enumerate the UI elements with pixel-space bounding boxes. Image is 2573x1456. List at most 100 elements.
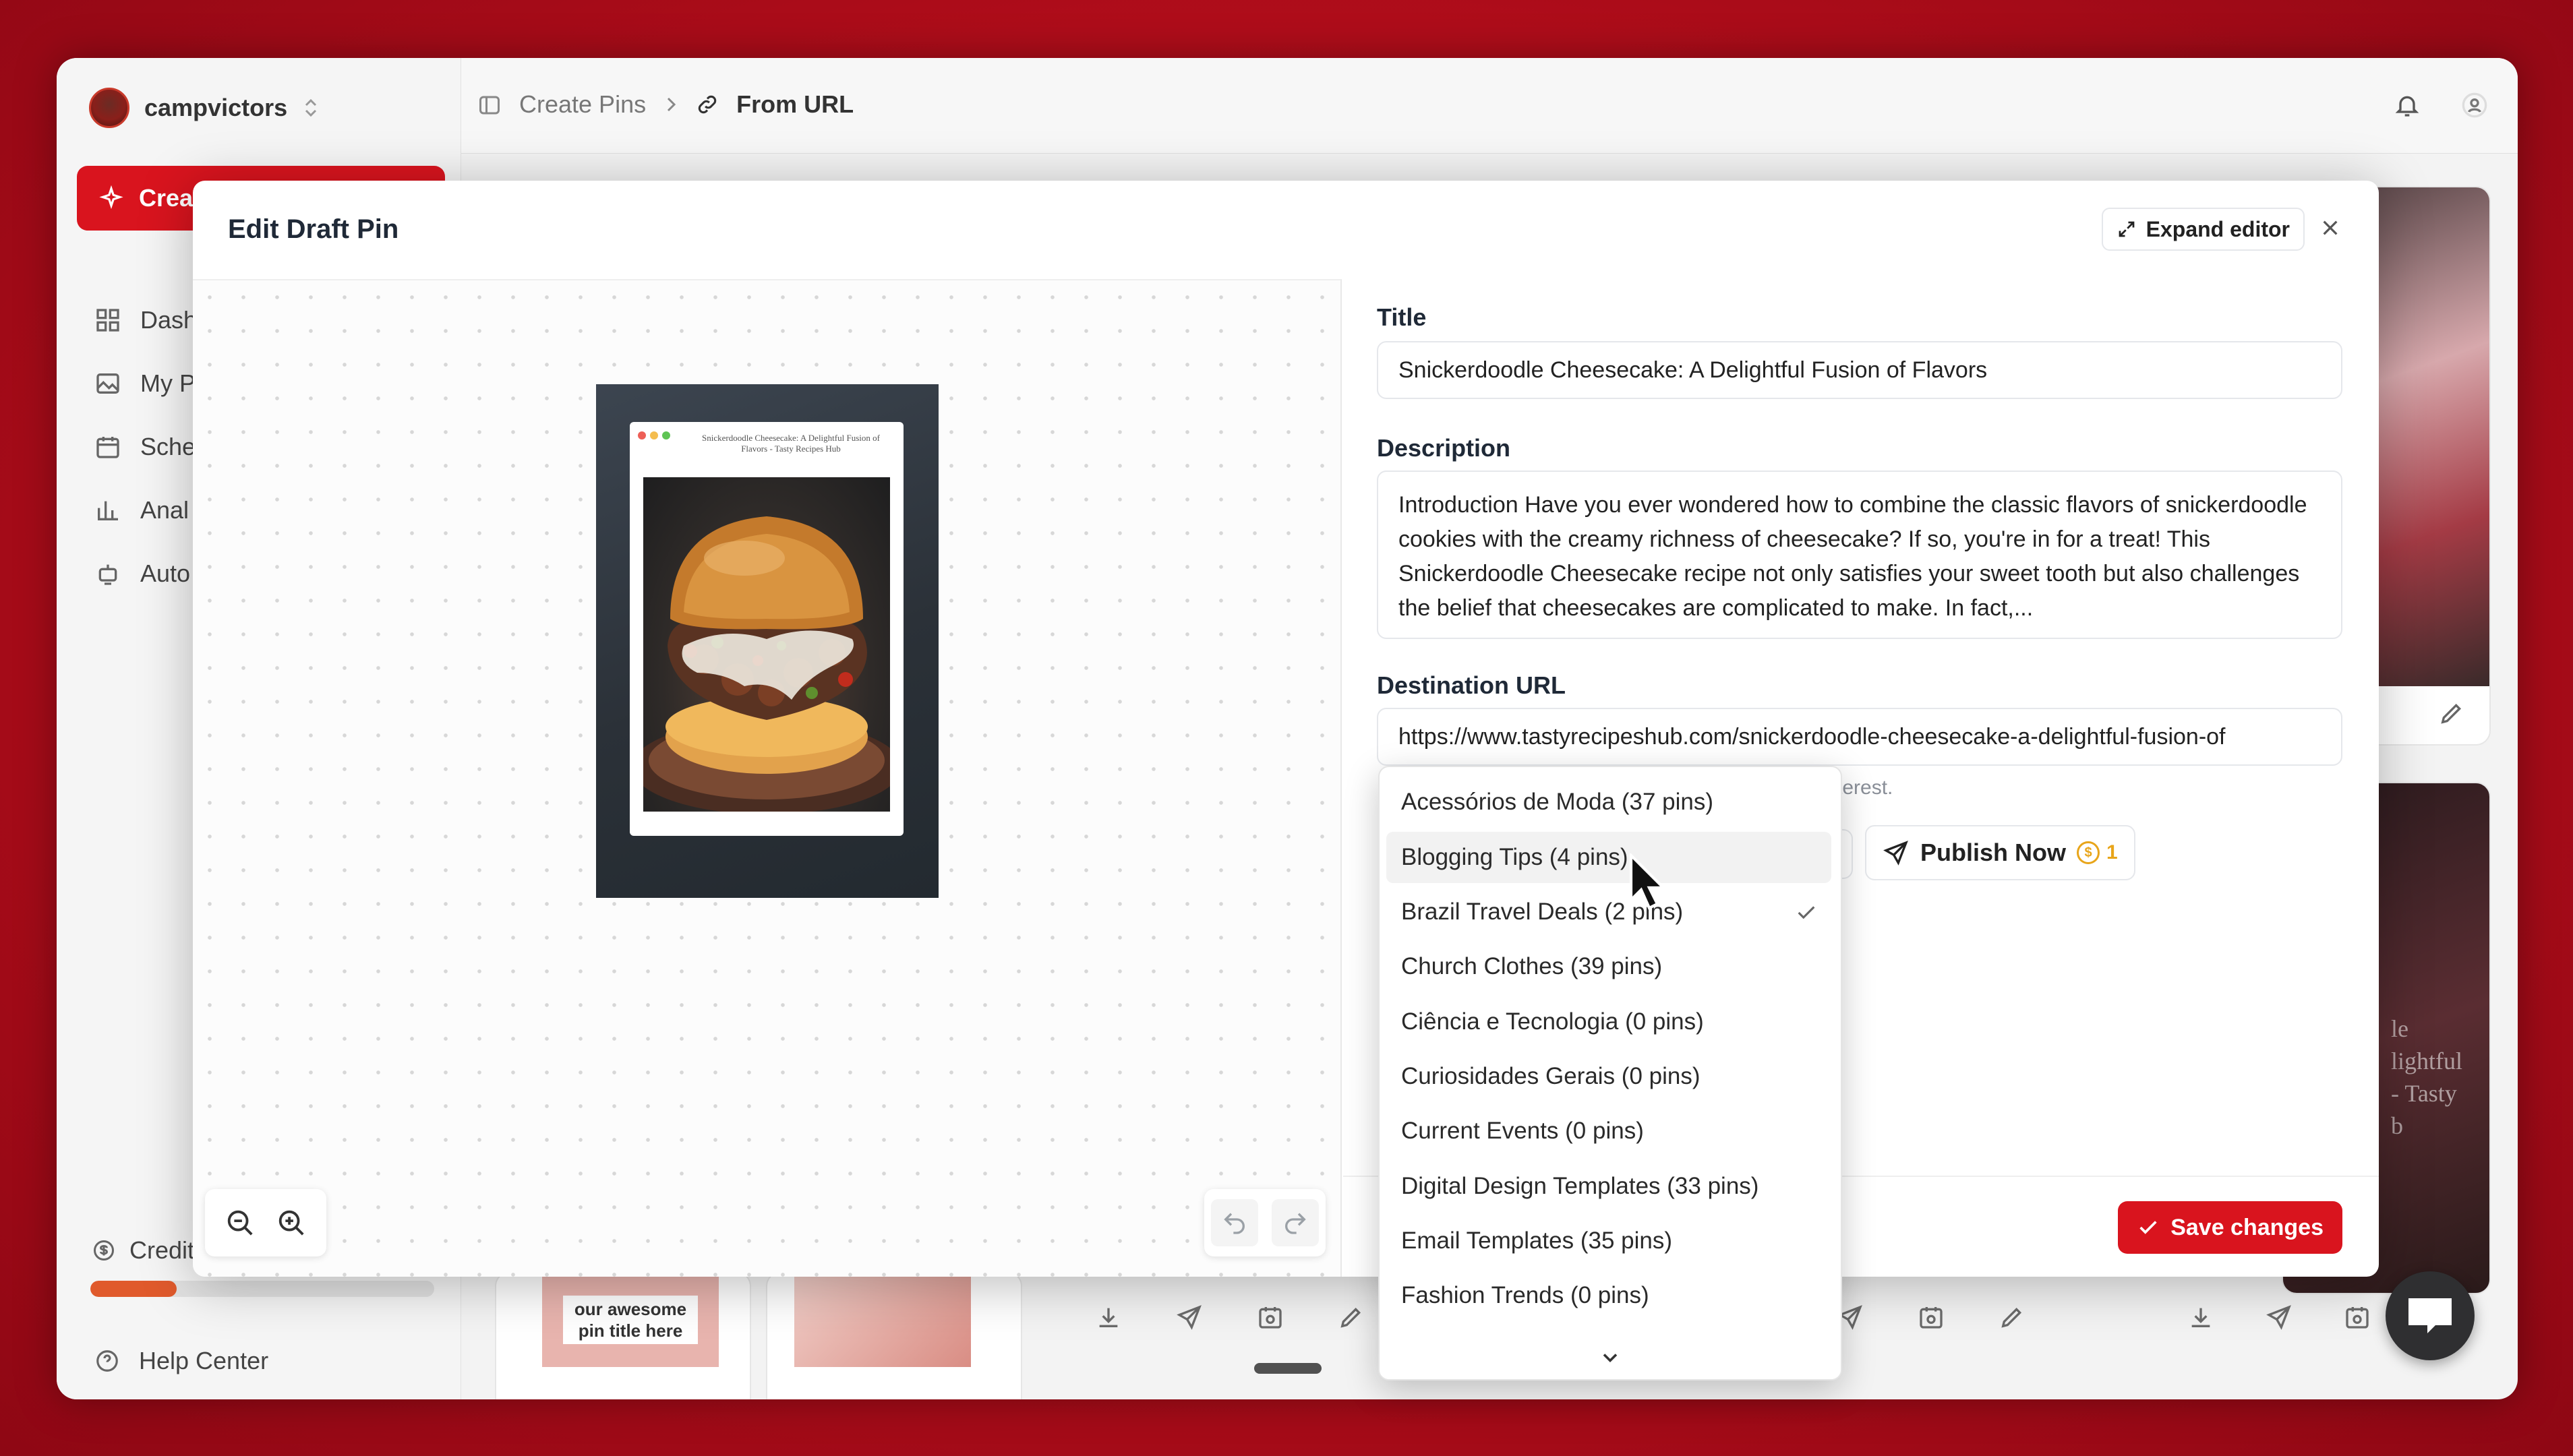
image-icon: [96, 373, 119, 394]
pencil-icon[interactable]: [1338, 1304, 1365, 1331]
download-icon[interactable]: [1095, 1304, 1122, 1331]
close-button[interactable]: [2311, 209, 2349, 247]
chevron-down-icon[interactable]: [1598, 1345, 1622, 1370]
robot-icon: [98, 564, 117, 585]
pin-canvas[interactable]: Snickerdoodle Cheesecake: A Delightful F…: [193, 279, 1342, 1277]
zoom-out-button[interactable]: [216, 1199, 264, 1246]
send-icon[interactable]: [2266, 1304, 2293, 1331]
user-icon[interactable]: [2461, 92, 2488, 119]
sparkle-icon: [99, 185, 123, 210]
pin-preview[interactable]: Snickerdoodle Cheesecake: A Delightful F…: [596, 384, 939, 898]
help-center-link[interactable]: Help Center: [94, 1347, 268, 1375]
background-thumb-card[interactable]: our awesome pin title here: [495, 1271, 751, 1399]
sidebar-item-my-pins[interactable]: My P: [94, 369, 196, 398]
credits-progress-bar: [90, 1281, 434, 1297]
help-icon: [96, 1350, 118, 1372]
pin-preview-card: Snickerdoodle Cheesecake: A Delightful F…: [630, 422, 904, 836]
chart-icon: [98, 501, 118, 520]
pencil-icon[interactable]: [2438, 700, 2465, 727]
check-icon: [2139, 1221, 2157, 1234]
zoom-in-button[interactable]: [268, 1199, 315, 1246]
send-icon[interactable]: [1176, 1304, 1203, 1331]
sidebar-item-label: Auto: [140, 559, 191, 587]
account-switcher[interactable]: campvictors: [89, 88, 320, 128]
sidebar-item-schedule[interactable]: Sche: [94, 433, 196, 461]
destination-url-label: Destination URL: [1377, 671, 1566, 699]
title-label: Title: [1377, 303, 1427, 331]
sidebar-item-label: Dash: [140, 306, 198, 334]
schedule-icon[interactable]: [1257, 1304, 1284, 1331]
dollar-coin-icon: [94, 1240, 114, 1261]
description-label: Description: [1377, 434, 1511, 462]
board-option[interactable]: Current Events (0 pins): [1386, 1105, 1831, 1157]
sidebar-item-label: My P: [140, 369, 196, 397]
credits-label: Credit: [92, 1236, 194, 1265]
link-icon: [698, 95, 717, 114]
pin-preview-photo: [643, 477, 890, 812]
chevron-updown-icon: [305, 98, 317, 117]
redo-button[interactable]: [1272, 1199, 1319, 1246]
board-option[interactable]: Email Templates (35 pins): [1386, 1215, 1831, 1267]
board-option[interactable]: Church Clothes (39 pins): [1386, 941, 1831, 992]
sidebar-item-automation[interactable]: Auto: [94, 559, 190, 588]
board-option[interactable]: Curiosidades Gerais (0 pins): [1386, 1051, 1831, 1102]
card-toolbar-2: [1837, 1304, 2025, 1331]
edit-draft-pin-modal: Edit Draft Pin Expand editor Snickerdood…: [193, 181, 2379, 1277]
bell-icon[interactable]: [2394, 92, 2421, 119]
undo-button[interactable]: [1211, 1199, 1258, 1246]
zoom-controls: [205, 1189, 326, 1256]
board-option[interactable]: Brazil Travel Deals (2 pins): [1386, 886, 1831, 938]
url-helper-text: terest.: [1837, 777, 1893, 799]
scroll-handle[interactable]: [1254, 1363, 1322, 1374]
board-option[interactable]: Ciência e Tecnologia (0 pins): [1386, 996, 1831, 1048]
window-dots: [638, 431, 670, 439]
save-changes-button[interactable]: Save changes: [2118, 1201, 2342, 1254]
chat-button[interactable]: [2386, 1271, 2475, 1360]
sidebar-toggle-icon[interactable]: [477, 93, 502, 117]
zoom-in-icon: [278, 1210, 304, 1236]
undo-icon: [1224, 1213, 1245, 1234]
description-textarea[interactable]: Introduction Have you ever wondered how …: [1377, 471, 2342, 639]
credits-progress-fill: [90, 1281, 177, 1297]
title-input[interactable]: Snickerdoodle Cheesecake: A Delightful F…: [1377, 341, 2342, 399]
publish-now-button[interactable]: Publish Now $ 1: [1865, 825, 2135, 880]
card-toolbar-3: [2187, 1304, 2371, 1331]
history-controls: [1204, 1189, 1326, 1256]
send-icon: [1883, 841, 1908, 866]
pin-preview-title: Snickerdoodle Cheesecake: A Delightful F…: [702, 433, 880, 454]
calendar-icon: [96, 437, 119, 458]
background-thumb-card-2[interactable]: [766, 1271, 1022, 1399]
schedule-icon[interactable]: [2344, 1304, 2371, 1331]
redo-icon: [1285, 1213, 1306, 1234]
board-select-dropdown[interactable]: Acessórios de Moda (37 pins) Blogging Ti…: [1378, 766, 1842, 1381]
breadcrumb: Create Pins From URL: [519, 90, 854, 119]
breadcrumb-parent[interactable]: Create Pins: [519, 90, 646, 119]
sidebar-item-analytics[interactable]: Anal: [94, 496, 189, 524]
top-right-actions: [2394, 92, 2488, 119]
create-button-label: Crea: [139, 184, 194, 212]
background-overlay-text: le lightful - Tasty b: [2391, 1015, 2462, 1139]
schedule-icon[interactable]: [1918, 1304, 1945, 1331]
account-avatar: [89, 88, 129, 128]
board-option[interactable]: Digital Design Templates (33 pins): [1386, 1161, 1831, 1212]
chevron-right-icon: [668, 97, 676, 112]
expand-editor-button[interactable]: Expand editor: [2101, 208, 2305, 251]
card-toolbar: [1095, 1304, 1365, 1331]
check-icon: [1798, 906, 1815, 919]
destination-url-input[interactable]: https://www.tastyrecipeshub.com/snickerd…: [1377, 708, 2342, 766]
coin-icon: $: [2077, 841, 2100, 864]
download-icon[interactable]: [2187, 1304, 2214, 1331]
breadcrumb-current: From URL: [736, 90, 854, 118]
board-option[interactable]: Acessórios de Moda (37 pins): [1386, 777, 1831, 828]
board-option[interactable]: Fashion Trends (0 pins): [1386, 1270, 1831, 1321]
close-icon: [2323, 220, 2338, 235]
sidebar-item-label: Sche: [140, 433, 196, 460]
sidebar-item-dashboard[interactable]: Dash: [94, 306, 197, 334]
pencil-icon[interactable]: [1999, 1304, 2025, 1331]
chat-icon: [2408, 1298, 2452, 1333]
mouse-cursor-icon: [1629, 853, 1665, 910]
zoom-out-icon: [227, 1210, 253, 1236]
dashboard-icon: [96, 309, 119, 332]
sidebar-item-label: Anal: [140, 496, 189, 524]
board-option[interactable]: Blogging Tips (4 pins): [1386, 832, 1831, 883]
